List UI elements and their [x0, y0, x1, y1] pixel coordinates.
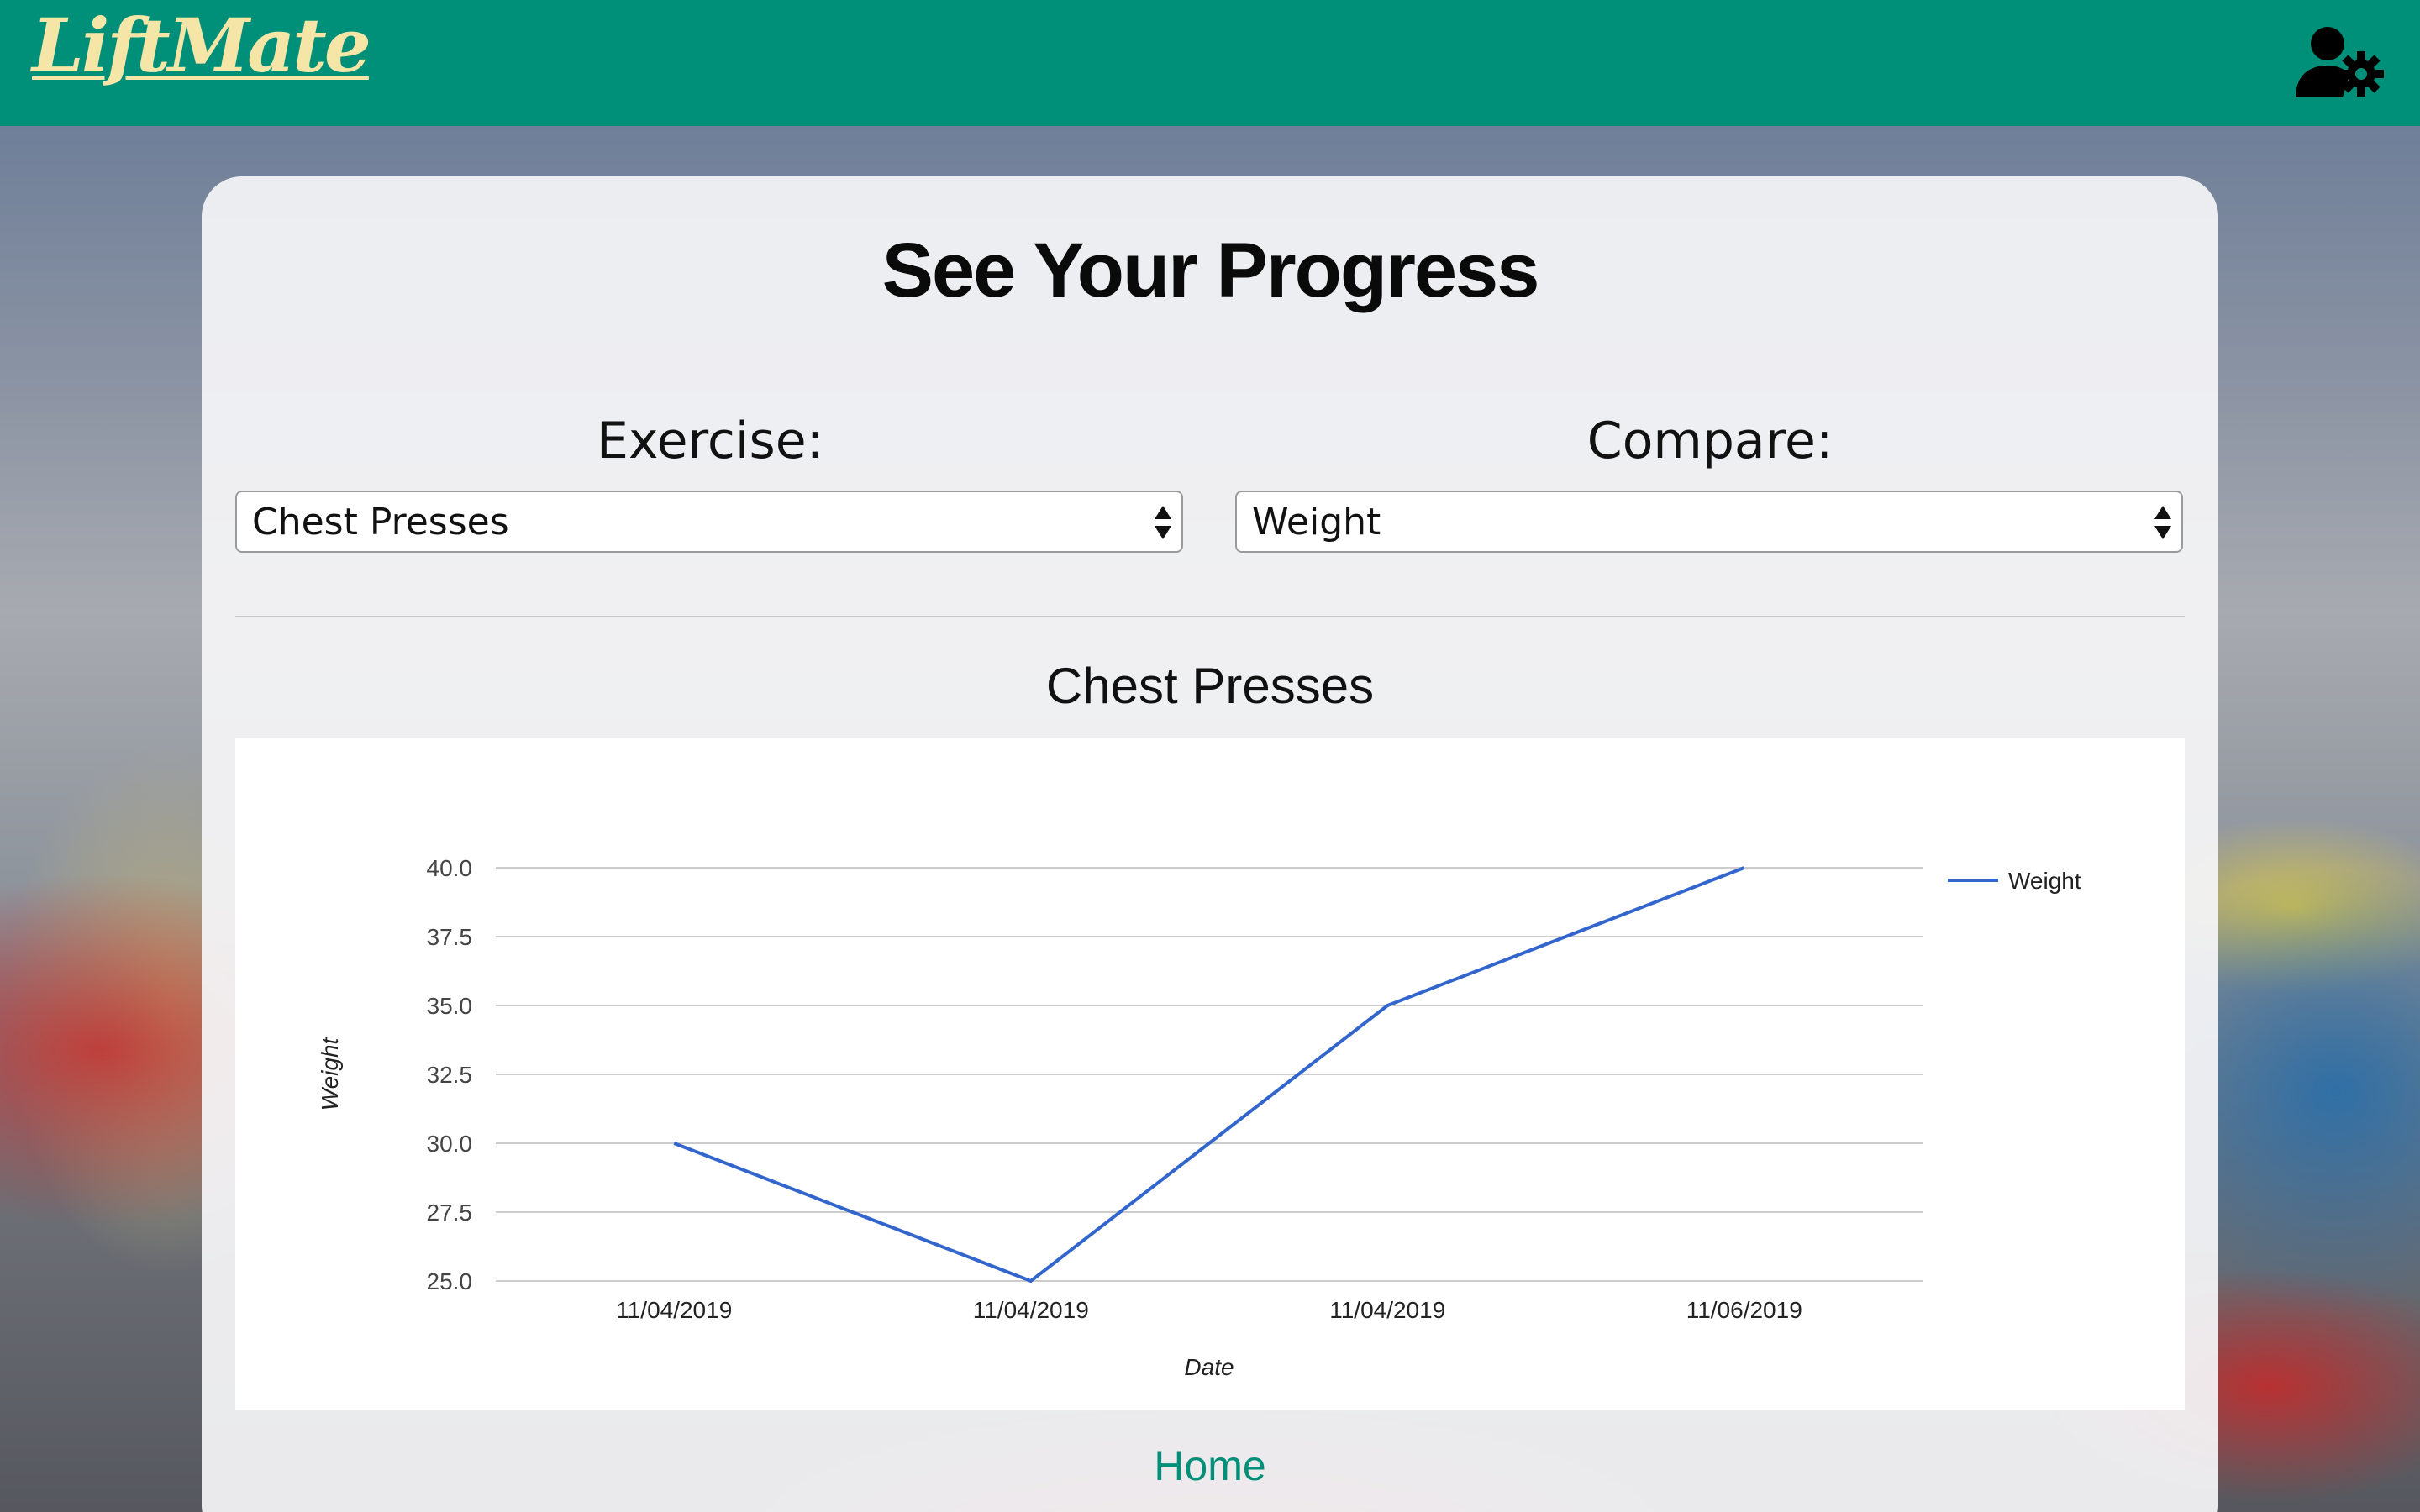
exercise-select-value: Chest Presses [252, 501, 509, 543]
y-tick-label: 40.0 [427, 855, 473, 881]
compare-select[interactable]: Weight [1235, 491, 2183, 553]
user-settings-icon [2296, 27, 2384, 97]
section-divider [235, 616, 2185, 617]
top-bar: LiftMate [0, 0, 2420, 126]
x-tick-label: 11/04/2019 [1329, 1297, 1445, 1323]
x-axis-title: Date [1184, 1354, 1234, 1380]
progress-chart: 40.0 37.5 35.0 32.5 30.0 27.5 25.0 11/04/2019 11… [317, 855, 2081, 1380]
y-tick-label: 35.0 [427, 993, 473, 1019]
select-arrows-icon [1155, 506, 1171, 539]
x-tick-label: 11/04/2019 [616, 1297, 732, 1323]
y-tick-label: 27.5 [427, 1200, 473, 1226]
x-tick-label: 11/04/2019 [973, 1297, 1089, 1323]
exercise-select[interactable]: Chest Presses [235, 491, 1183, 553]
legend-label: Weight [2008, 868, 2081, 894]
y-tick-label: 32.5 [427, 1062, 473, 1088]
y-tick-label: 30.0 [427, 1131, 473, 1157]
compare-label: Compare: [1586, 412, 1833, 470]
y-tick-label: 25.0 [427, 1268, 473, 1294]
y-tick-label: 37.5 [427, 924, 473, 950]
y-axis-title: Weight [317, 1037, 343, 1110]
compare-select-value: Weight [1252, 501, 1381, 543]
exercise-label: Exercise: [597, 412, 823, 470]
chart-container: 40.0 37.5 35.0 32.5 30.0 27.5 25.0 11/04/2019 11… [235, 738, 2185, 1410]
account-settings-button[interactable] [2294, 24, 2388, 101]
page-title: See Your Progress [881, 228, 1540, 313]
app-logo[interactable]: LiftMate [32, 2, 371, 89]
x-tick-label: 11/06/2019 [1686, 1297, 1802, 1323]
chart-heading: Chest Presses [1045, 658, 1375, 714]
select-arrows-icon [2154, 506, 2171, 539]
home-link[interactable]: Home [0, 1441, 2420, 1490]
